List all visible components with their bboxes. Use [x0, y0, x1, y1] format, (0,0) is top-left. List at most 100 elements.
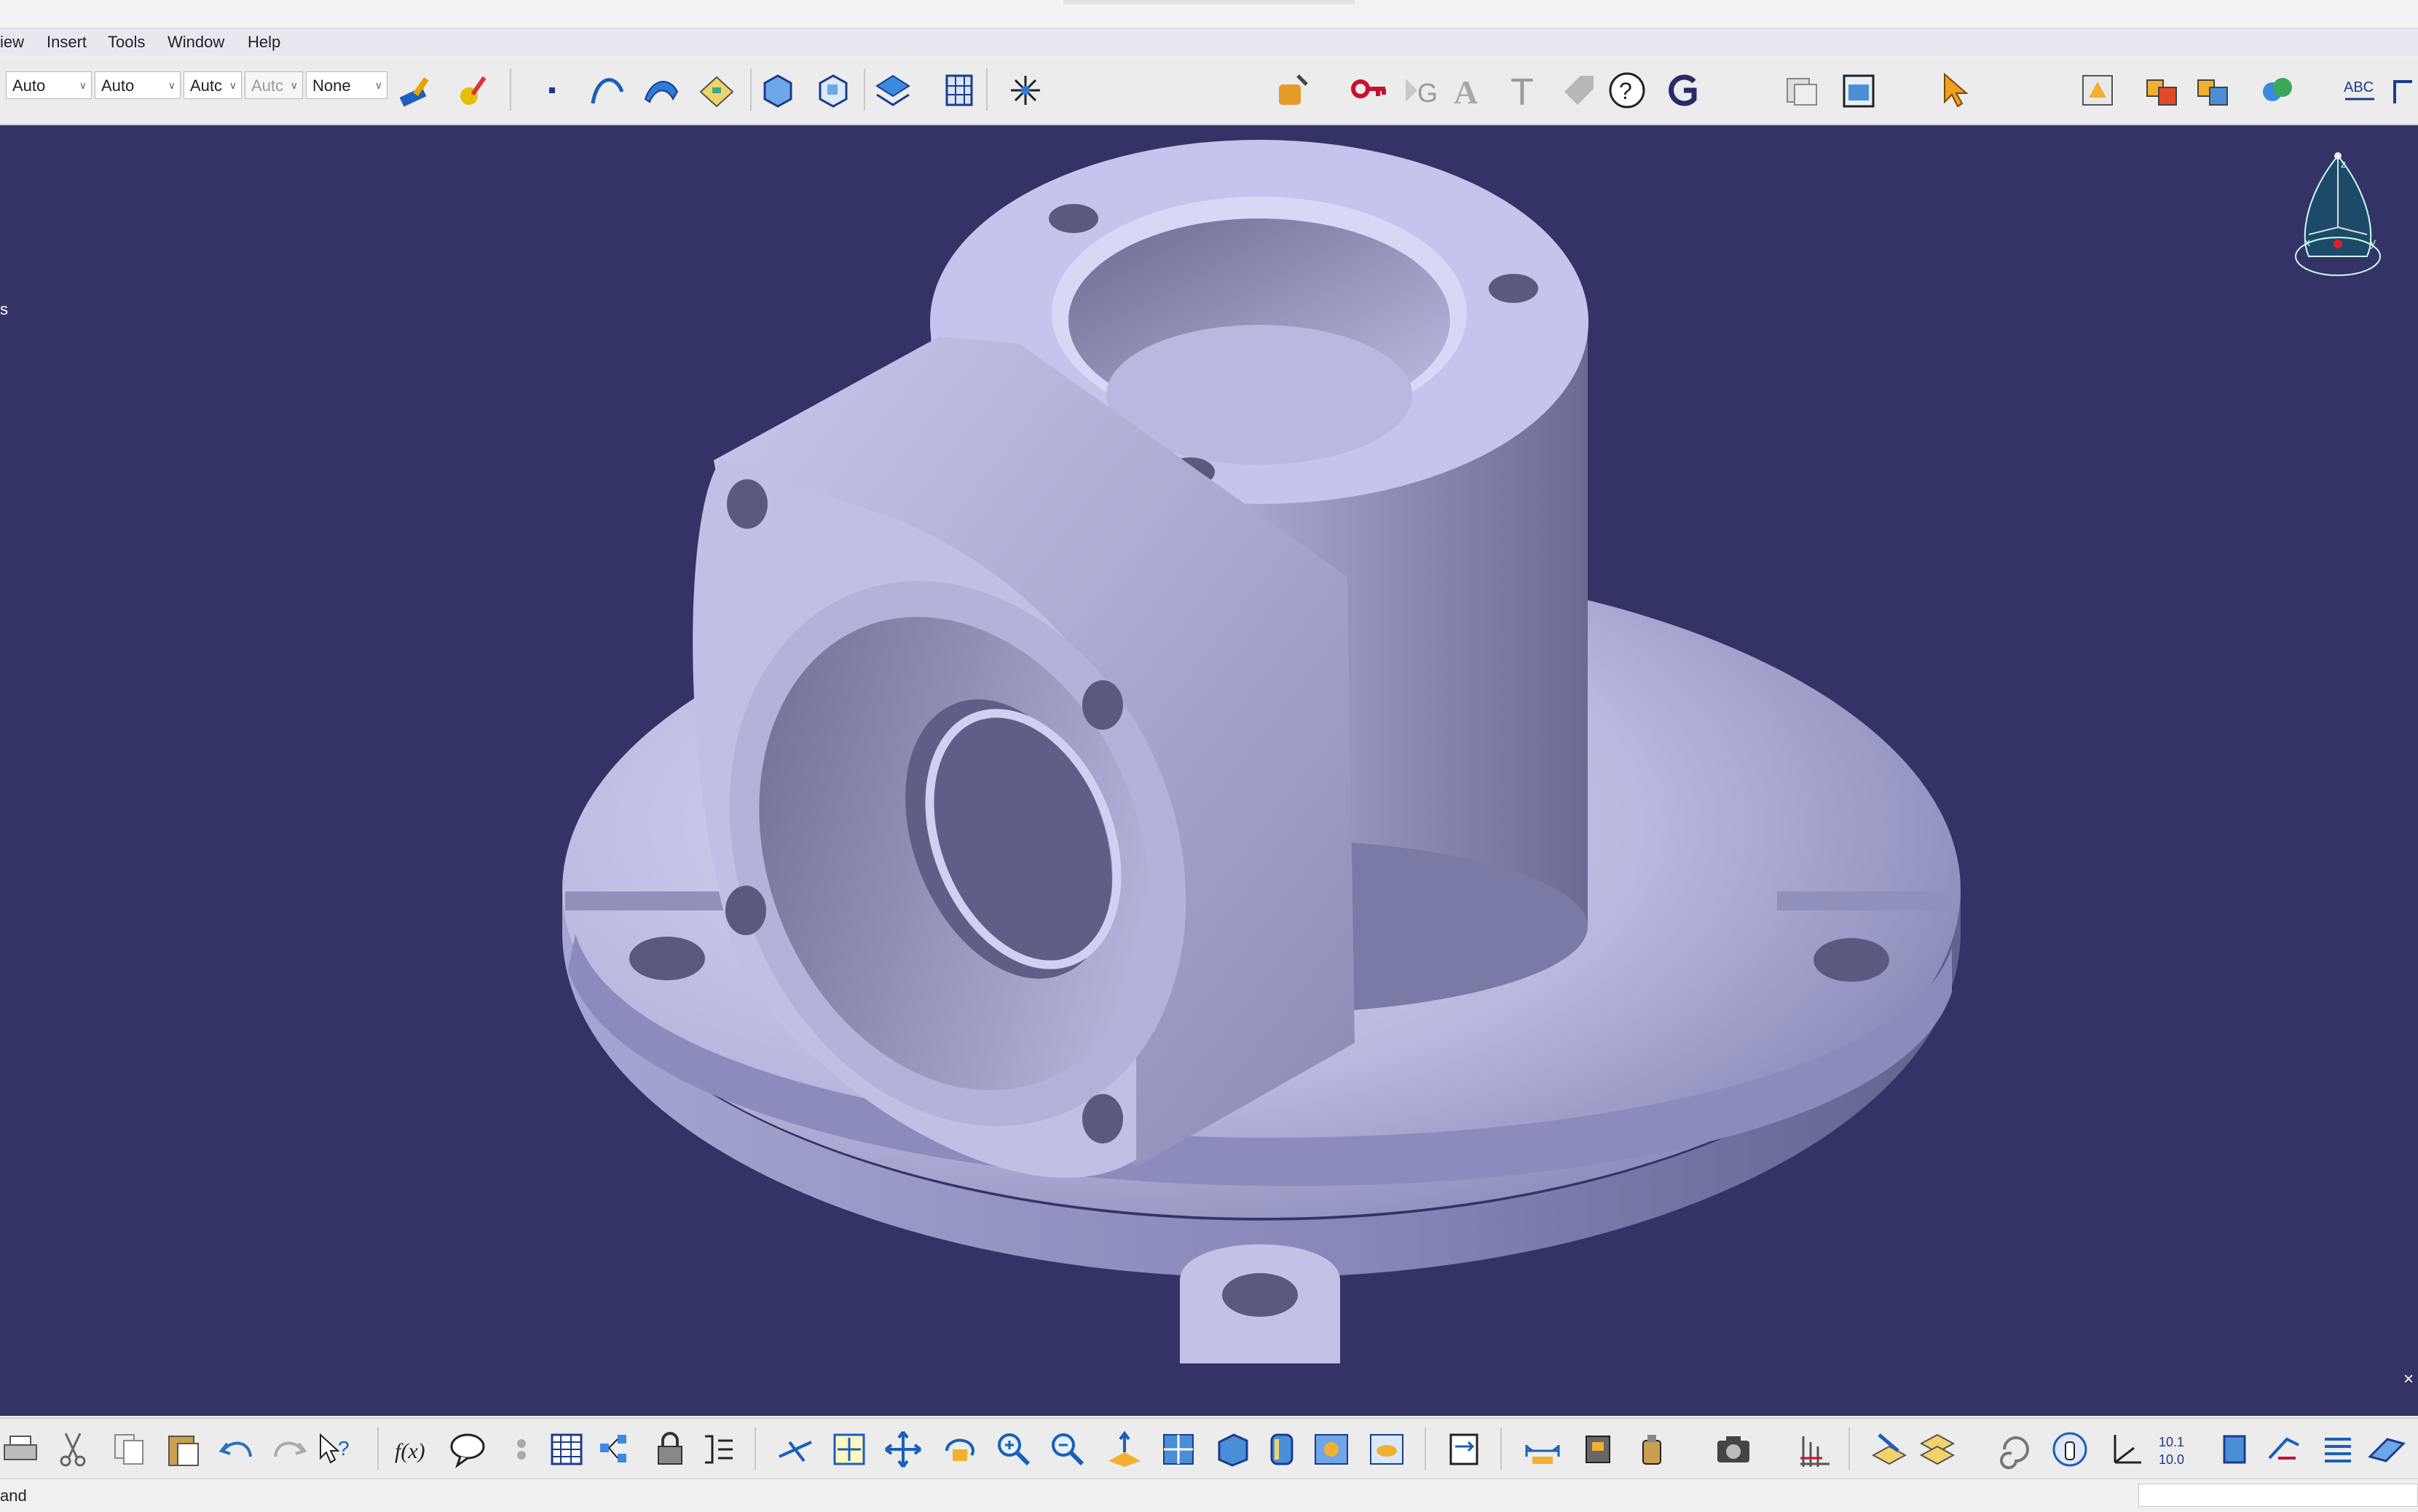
surface-icon[interactable] — [641, 70, 682, 111]
arrow-corner-icon[interactable] — [2387, 70, 2418, 111]
3d-viewport[interactable]: x y z — [0, 125, 2418, 1416]
layers-icon[interactable] — [1917, 1429, 1958, 1470]
side-boss-hole-2 — [1082, 680, 1123, 730]
assembly-icon[interactable] — [2141, 70, 2182, 111]
select-arrow-icon[interactable] — [1934, 70, 1975, 111]
iso-cube-icon[interactable] — [1212, 1429, 1253, 1470]
copy-layout-icon[interactable] — [1781, 70, 1822, 111]
toolbar-separator — [1425, 1428, 1426, 1470]
whats-this-icon[interactable]: ? — [315, 1429, 355, 1470]
axis-system-icon[interactable] — [2105, 1429, 2146, 1470]
curve-icon[interactable] — [587, 70, 628, 111]
grid-icon[interactable] — [940, 70, 980, 111]
compass-z-label: z — [2341, 158, 2346, 170]
copy-icon[interactable] — [109, 1429, 150, 1470]
paste-icon[interactable] — [163, 1429, 204, 1470]
sphere-brush-icon[interactable] — [454, 70, 495, 111]
part-model — [562, 140, 1961, 1363]
svg-text:10.0: 10.0 — [2159, 1452, 2184, 1467]
chevron-down-icon: ∨ — [168, 79, 176, 91]
shading-icon[interactable] — [1261, 1429, 1302, 1470]
toolbar-separator — [986, 68, 988, 111]
key-icon[interactable] — [1349, 70, 1390, 111]
painter-icon[interactable] — [396, 70, 437, 111]
point-icon[interactable] — [532, 70, 572, 111]
line-type-combo[interactable]: Autc ∨ — [184, 71, 242, 99]
mass-icon[interactable] — [1578, 1429, 1618, 1470]
fly-icon[interactable] — [775, 1429, 816, 1470]
hand-select-icon[interactable] — [2049, 1429, 2090, 1470]
title-strip — [0, 0, 2418, 28]
menu-window[interactable]: Window — [168, 33, 224, 52]
sketch-plane-icon[interactable] — [696, 70, 737, 111]
point-type-combo[interactable]: Autc ∨ — [245, 71, 303, 99]
cylinder-icon[interactable] — [2214, 1429, 2255, 1470]
point-separator-icon[interactable] — [501, 1429, 542, 1470]
compass-widget[interactable]: x y z — [2280, 147, 2389, 278]
formula-icon[interactable]: f(x) — [393, 1429, 434, 1470]
point-type-value: Autc — [251, 76, 284, 95]
decimal-icon[interactable]: 10.1 10.0 — [2157, 1429, 2198, 1470]
undo-icon[interactable] — [217, 1429, 258, 1470]
zoom-in-icon[interactable] — [993, 1429, 1034, 1470]
redo-icon[interactable] — [268, 1429, 309, 1470]
toolbar-separator — [750, 68, 752, 111]
g-logo-icon[interactable] — [1662, 70, 1703, 111]
abc-text-icon[interactable]: ABC — [2339, 70, 2380, 111]
pan-icon[interactable] — [883, 1429, 924, 1470]
tree-icon[interactable] — [596, 1429, 637, 1470]
compass-tool-icon[interactable] — [1005, 70, 1046, 111]
pad-icon[interactable] — [757, 70, 798, 111]
text-a-icon[interactable]: A — [1449, 70, 1490, 111]
hide-show-icon[interactable] — [1366, 1429, 1407, 1470]
layer-combo[interactable]: None ∨ — [306, 71, 387, 99]
cut-icon[interactable] — [52, 1429, 93, 1470]
swap-icon[interactable] — [1444, 1429, 1484, 1470]
lock-icon[interactable] — [650, 1429, 690, 1470]
menu-help[interactable]: Help — [248, 33, 280, 52]
swirl-icon[interactable] — [1996, 1429, 2036, 1470]
zoom-out-icon[interactable] — [1047, 1429, 1088, 1470]
svg-text:ABC: ABC — [2344, 79, 2374, 95]
side-boss-hole-4 — [1082, 1094, 1123, 1143]
plane-icon[interactable] — [2366, 1429, 2406, 1470]
command-input[interactable] — [2138, 1484, 2418, 1507]
camera-icon[interactable] — [1713, 1429, 1754, 1470]
pocket-icon[interactable] — [813, 70, 854, 111]
hand-measure-icon[interactable] — [1272, 70, 1312, 111]
layout-icon[interactable] — [1838, 70, 1879, 111]
cut-plane-icon[interactable] — [2264, 1429, 2304, 1470]
multi-view-icon[interactable] — [1158, 1429, 1199, 1470]
assembly-2-icon[interactable] — [2192, 70, 2233, 111]
catalog-icon[interactable] — [2077, 70, 2118, 111]
tag-icon[interactable] — [1559, 70, 1599, 111]
menu-tools[interactable]: Tools — [108, 33, 145, 52]
svg-text:?: ? — [1619, 78, 1632, 104]
chevron-down-icon: ∨ — [374, 79, 382, 91]
fit-all-icon[interactable] — [829, 1429, 870, 1470]
line-thickness-combo[interactable]: Auto ∨ — [95, 71, 181, 99]
line-color-combo[interactable]: Auto ∨ — [6, 71, 92, 99]
flange-hole-front — [1222, 1273, 1298, 1317]
help-icon[interactable]: ? — [1607, 70, 1647, 111]
generative-icon[interactable]: G — [1395, 70, 1436, 111]
list-icon[interactable] — [2317, 1429, 2358, 1470]
close-icon[interactable]: × — [2403, 1369, 2414, 1390]
normal-view-icon[interactable] — [1104, 1429, 1145, 1470]
measure-icon[interactable] — [1522, 1429, 1563, 1470]
table-icon[interactable] — [546, 1429, 587, 1470]
axis-icon[interactable] — [1793, 1429, 1834, 1470]
knowledge-icon[interactable] — [447, 1429, 488, 1470]
menu-view[interactable]: iew — [0, 33, 24, 52]
align-icon[interactable] — [698, 1429, 739, 1470]
cylinder-bolt-hole-2 — [1489, 274, 1538, 303]
text-t-icon[interactable]: T — [1503, 70, 1544, 111]
render-icon[interactable] — [1311, 1429, 1352, 1470]
weight-icon[interactable] — [1631, 1429, 1672, 1470]
multi-body-icon[interactable] — [873, 70, 913, 111]
menu-insert[interactable]: Insert — [47, 33, 87, 52]
interference-icon[interactable] — [2256, 70, 2297, 111]
print-icon[interactable] — [0, 1429, 41, 1470]
rotate-icon[interactable] — [940, 1429, 980, 1470]
stack-icon[interactable] — [1869, 1429, 1910, 1470]
